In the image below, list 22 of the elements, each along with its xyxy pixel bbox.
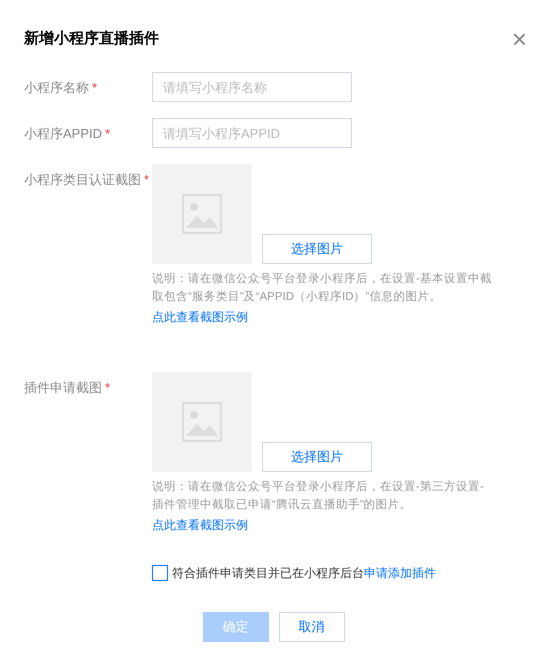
required-mark: * [105,125,110,143]
field-label: 小程序名称 [24,79,89,97]
field-label: 小程序类目认证截图 [24,171,141,189]
required-mark: * [144,171,150,189]
help-text: 说明：请在微信公众号平台登录小程序后，在设置-第三方设置-插件管理中截取已申请“腾讯云直播助手”的图片。 [152,479,485,513]
add-plugin-link[interactable]: 申请添加插件 [364,564,436,582]
choose-image-button[interactable]: 选择图片 [262,442,372,472]
example-link[interactable]: 点此查看截图示例 [152,308,248,326]
choose-image-button[interactable]: 选择图片 [262,234,372,264]
cancel-button[interactable]: 取消 [278,612,344,642]
field-label: 小程序APPID [24,125,102,143]
text-field[interactable]: 请填写小程序名称 [152,72,352,102]
close-button[interactable]: × [512,26,527,52]
text-field[interactable]: 请填写小程序APPID [152,118,352,148]
help-text: 说明：请在微信公众号平台登录小程序后，在设置-基本设置中截取包含“服务类目”及“APPID（小程序ID）”信息的图片。 [152,271,492,305]
checkbox-label: 符合插件申请类目并已在小程序后台 [172,565,364,582]
required-mark: * [92,79,98,97]
field-label: 插件申请截图 [24,379,102,397]
example-link[interactable]: 点此查看截图示例 [152,516,248,534]
checkbox[interactable] [152,565,168,581]
required-mark: * [105,379,110,397]
dialog-title: 新增小程序直播插件 [24,28,159,49]
